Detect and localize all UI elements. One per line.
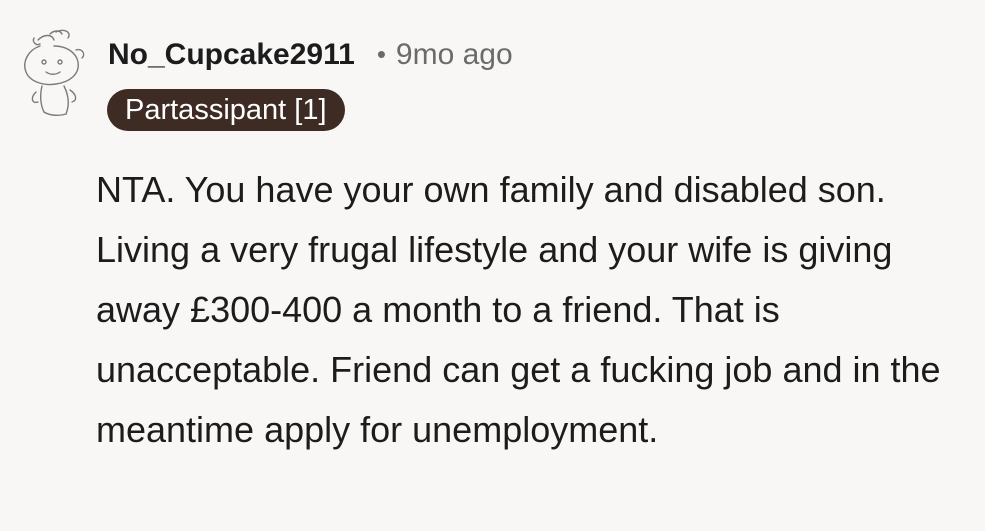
comment-header: No_Cupcake2911 • 9mo ago xyxy=(108,38,513,72)
comment-body: NTA. You have your own family and disabl… xyxy=(96,169,941,450)
snoo-avatar-icon xyxy=(24,29,85,117)
avatar[interactable] xyxy=(20,28,92,120)
comment-timestamp[interactable]: 9mo ago xyxy=(396,38,513,72)
user-flair: Partassipant [1] xyxy=(107,89,345,131)
meta-separator: • xyxy=(376,38,386,69)
author-username[interactable]: No_Cupcake2911 xyxy=(108,38,355,72)
comment: No_Cupcake2911 • 9mo ago Partassipant [1… xyxy=(0,0,985,531)
